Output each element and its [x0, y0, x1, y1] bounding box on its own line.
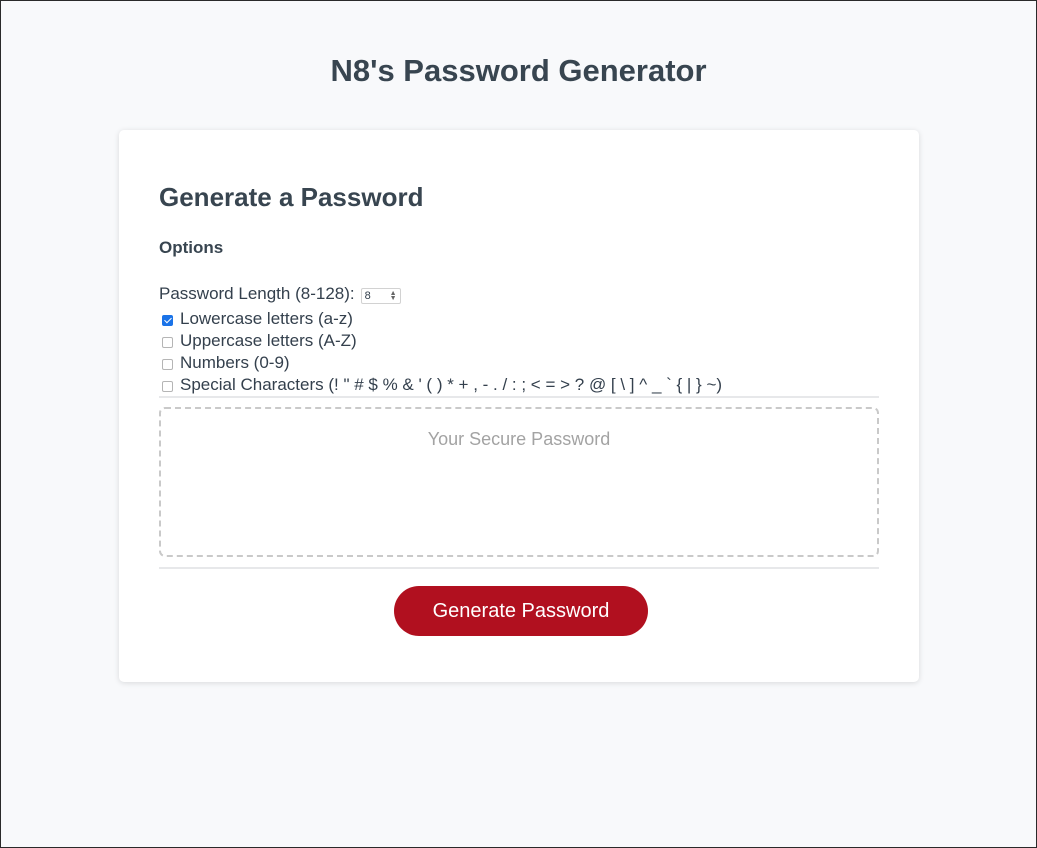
numbers-label[interactable]: Numbers (0-9) — [180, 352, 290, 374]
generate-password-button[interactable]: Generate Password — [394, 586, 648, 636]
page-title: N8's Password Generator — [330, 53, 707, 88]
card-header: Generate a Password — [159, 182, 424, 212]
spinner-down-icon[interactable]: ▼ — [390, 295, 397, 302]
uppercase-label[interactable]: Uppercase letters (A-Z) — [180, 330, 357, 352]
numbers-checkbox[interactable] — [162, 358, 173, 370]
number-spinner-icon[interactable]: ▲ ▼ — [390, 290, 397, 302]
password-output[interactable]: Your Secure Password — [159, 407, 879, 557]
password-length-input[interactable]: 8 ▲ ▼ — [360, 288, 401, 304]
option-numbers[interactable]: Numbers (0-9) — [159, 352, 290, 374]
password-length-label: Password Length (8-128): — [159, 284, 355, 303]
lowercase-checkbox[interactable] — [162, 314, 173, 326]
option-uppercase[interactable]: Uppercase letters (A-Z) — [159, 330, 357, 352]
lowercase-label[interactable]: Lowercase letters (a-z) — [180, 308, 353, 330]
special-label[interactable]: Special Characters (! " # $ % & ' ( ) * … — [180, 374, 722, 396]
generator-card: Generate a Password Options Password Len… — [119, 130, 919, 682]
password-length-value: 8 — [364, 290, 371, 302]
divider-bottom — [159, 567, 879, 569]
options-title: Options — [159, 238, 224, 257]
uppercase-checkbox[interactable] — [162, 336, 173, 348]
option-lowercase[interactable]: Lowercase letters (a-z) — [159, 308, 353, 330]
option-special[interactable]: Special Characters (! " # $ % & ' ( ) * … — [159, 374, 722, 396]
password-length-row: Password Length (8-128): 8 ▲ ▼ — [159, 283, 401, 305]
divider-top — [159, 396, 879, 398]
special-checkbox[interactable] — [162, 380, 173, 392]
